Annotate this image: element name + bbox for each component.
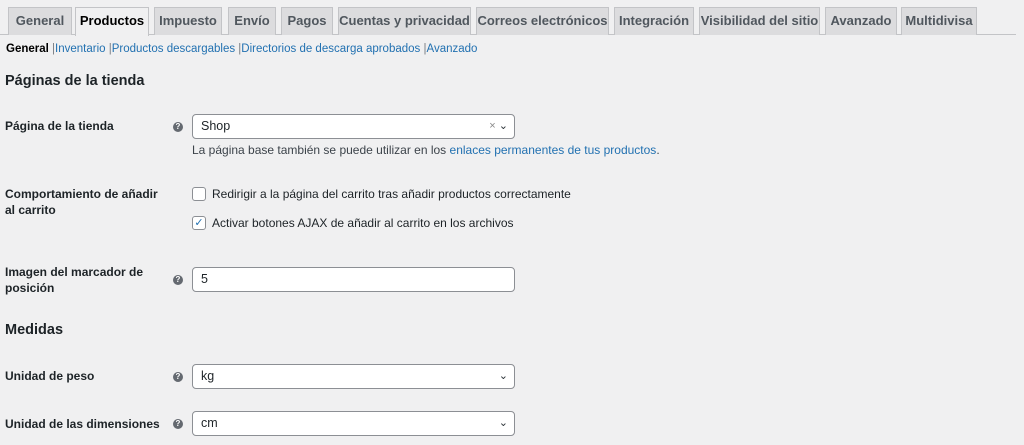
tab-integracion[interactable]: Integración <box>614 7 694 35</box>
shop-page-label: Página de la tienda <box>5 119 114 133</box>
placeholder-image-input[interactable]: 5 <box>192 267 515 292</box>
ajax-add-to-cart-label: Activar botones AJAX de añadir al carrit… <box>212 216 514 230</box>
section-heading-measures: Medidas <box>5 322 64 338</box>
placeholder-image-label: Imagen del marcador de posición <box>5 265 144 295</box>
redirect-cart-label: Redirigir a la página del carrito tras a… <box>212 187 571 201</box>
tab-productos[interactable]: Productos <box>75 7 149 36</box>
settings-tabs: General Productos Impuesto Envío Pagos C… <box>0 7 1016 36</box>
weight-unit-value: kg <box>201 369 215 383</box>
chevron-down-icon: ⌄ <box>498 417 508 429</box>
subnav-directorios[interactable]: Directorios de descarga aprobados <box>241 43 420 55</box>
desc-suffix: . <box>656 143 660 157</box>
subnav-descargables[interactable]: Productos descargables <box>112 43 235 55</box>
subnav-inventario[interactable]: Inventario <box>55 43 106 55</box>
clear-and-chevron-icon[interactable]: × ⌄ <box>489 115 508 138</box>
dimension-unit-value: cm <box>201 416 218 430</box>
shop-page-description: La página base también se puede utilizar… <box>192 143 660 157</box>
tab-cuentas[interactable]: Cuentas y privacidad <box>338 7 471 35</box>
ajax-add-to-cart-checkbox[interactable]: ✓ <box>192 216 206 230</box>
tab-pagos[interactable]: Pagos <box>281 7 333 35</box>
dimension-unit-select[interactable]: cm ⌄ <box>192 411 515 436</box>
help-icon[interactable]: ? <box>173 372 183 382</box>
redirect-cart-checkbox[interactable] <box>192 187 206 201</box>
help-icon[interactable]: ? <box>173 122 183 132</box>
sub-navigation: General |Inventario |Productos descargab… <box>6 43 478 55</box>
subnav-avanzado[interactable]: Avanzado <box>426 43 477 55</box>
tab-general[interactable]: General <box>8 7 72 35</box>
section-heading-shop-pages: Páginas de la tienda <box>5 73 145 89</box>
chevron-down-icon: ⌄ <box>498 370 508 382</box>
tab-envio[interactable]: Envío <box>228 7 276 35</box>
tab-visibilidad[interactable]: Visibilidad del sitio <box>699 7 820 35</box>
tab-correos[interactable]: Correos electrónicos <box>476 7 609 35</box>
help-icon[interactable]: ? <box>173 419 183 429</box>
tab-avanzado[interactable]: Avanzado <box>825 7 897 35</box>
shop-page-value: Shop <box>201 119 231 133</box>
desc-text: La página base también se puede utilizar… <box>192 143 450 157</box>
add-to-cart-label: Comportamiento de añadir al carrito <box>5 187 158 217</box>
subnav-general: General <box>6 43 49 55</box>
weight-unit-select[interactable]: kg ⌄ <box>192 364 515 389</box>
help-icon[interactable]: ? <box>173 275 183 285</box>
weight-unit-label: Unidad de peso <box>5 369 95 383</box>
permalinks-link[interactable]: enlaces permanentes de tus productos <box>450 143 657 157</box>
tab-impuesto[interactable]: Impuesto <box>154 7 222 35</box>
dimension-unit-label: Unidad de las dimensiones <box>5 417 160 431</box>
shop-page-select[interactable]: Shop × ⌄ <box>192 114 515 139</box>
tab-multidivisa[interactable]: Multidivisa <box>901 7 977 35</box>
